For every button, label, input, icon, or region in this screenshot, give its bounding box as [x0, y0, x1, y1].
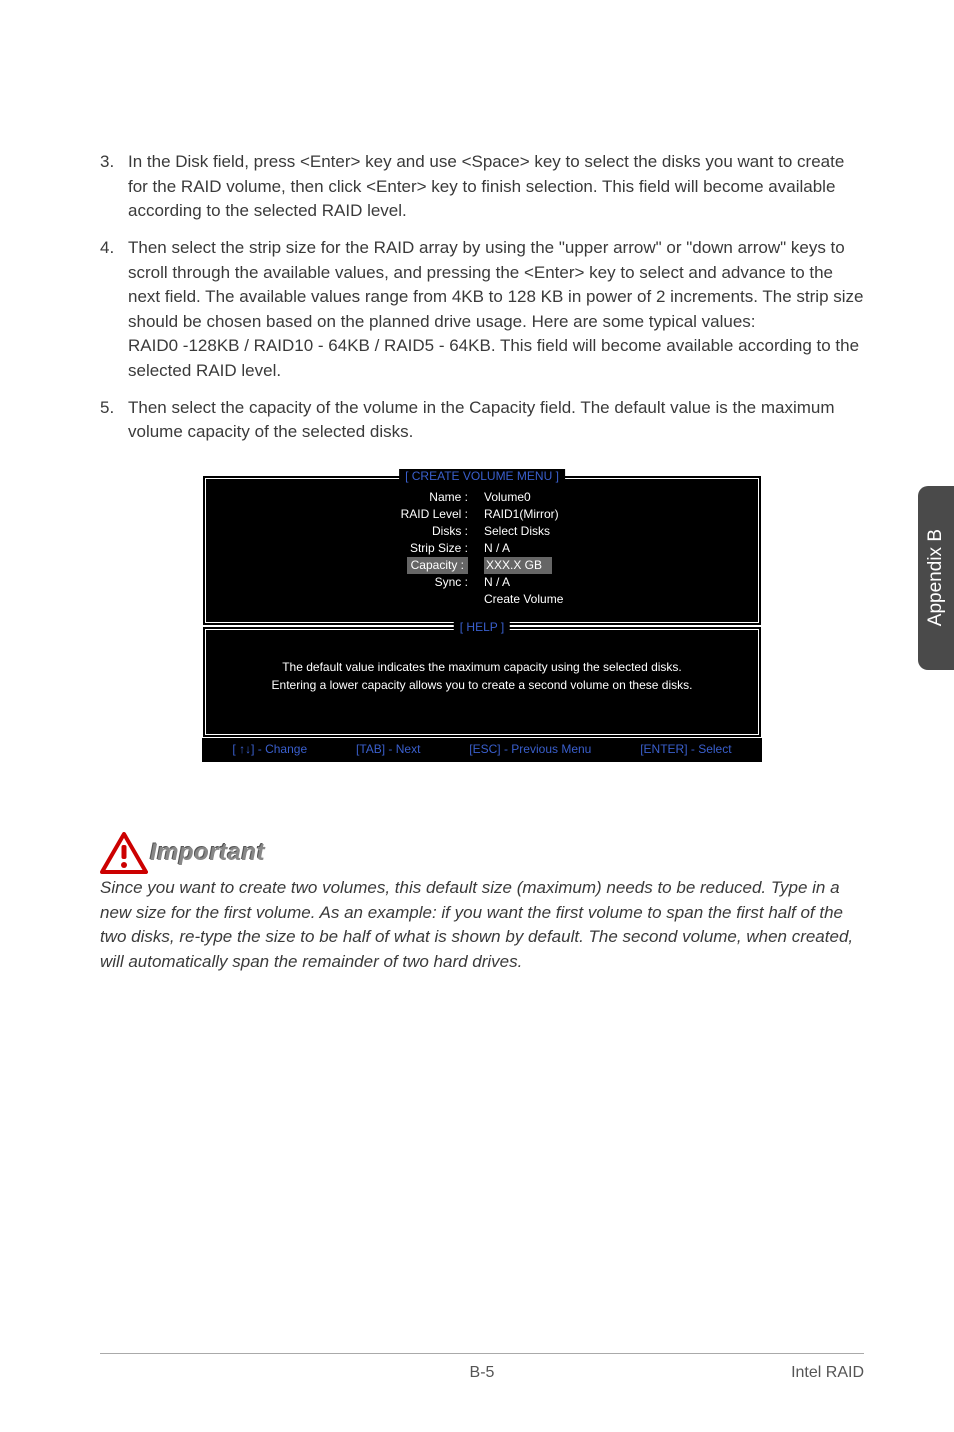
label-name: Name :	[401, 489, 468, 506]
list-text: Then select the capacity of the volume i…	[128, 398, 835, 442]
footer-tab: [TAB] - Next	[356, 742, 420, 756]
footer-enter: [ENTER] - Select	[640, 742, 731, 756]
help-frame: [ HELP ] The default value indicates the…	[202, 626, 762, 738]
label-strip-size: Strip Size :	[401, 540, 468, 557]
important-label: Important	[150, 839, 265, 867]
footer-change: [ ↑↓] - Change	[232, 742, 307, 756]
list-text: In the Disk field, press <Enter> key and…	[128, 152, 844, 220]
label-raid-level: RAID Level :	[401, 506, 468, 523]
value-create-volume: Create Volume	[484, 591, 563, 608]
important-text: Since you want to create two volumes, th…	[100, 876, 864, 975]
section-name: Intel RAID	[791, 1364, 864, 1382]
list-number: 5.	[100, 396, 114, 421]
list-item-5: 5. Then select the capacity of the volum…	[128, 396, 864, 445]
list-item-4: 4. Then select the strip size for the RA…	[128, 236, 864, 384]
list-number: 4.	[100, 236, 114, 261]
important-block: Important Since you want to create two v…	[100, 832, 864, 975]
side-tab: Appendix B	[918, 486, 954, 670]
bios-footer: [ ↑↓] - Change [TAB] - Next [ESC] - Prev…	[202, 738, 762, 762]
help-text: The default value indicates the maximum …	[222, 658, 742, 694]
value-disks: Select Disks	[484, 523, 563, 540]
label-blank	[401, 591, 468, 608]
create-volume-title: [ CREATE VOLUME MENU ]	[399, 469, 565, 483]
list-number: 3.	[100, 150, 114, 175]
help-title: [ HELP ]	[454, 620, 510, 634]
list-item-3: 3. In the Disk field, press <Enter> key …	[128, 150, 864, 224]
value-strip-size: N / A	[484, 540, 563, 557]
label-disks: Disks :	[401, 523, 468, 540]
label-sync: Sync :	[401, 574, 468, 591]
list-text: Then select the strip size for the RAID …	[128, 238, 863, 380]
page-footer: B-5 Intel RAID	[100, 1353, 864, 1382]
footer-esc: [ESC] - Previous Menu	[469, 742, 591, 756]
label-capacity: Capacity :	[401, 557, 468, 574]
page-number: B-5	[470, 1364, 495, 1382]
value-name: Volume0	[484, 489, 563, 506]
warning-icon	[100, 832, 148, 874]
create-volume-frame: [ CREATE VOLUME MENU ] Name : RAID Level…	[202, 475, 762, 626]
side-tab-label: Appendix B	[925, 529, 947, 626]
value-capacity: XXX.X GB	[484, 557, 563, 574]
bios-panel: [ CREATE VOLUME MENU ] Name : RAID Level…	[202, 475, 762, 762]
value-sync: N / A	[484, 574, 563, 591]
value-raid-level: RAID1(Mirror)	[484, 506, 563, 523]
